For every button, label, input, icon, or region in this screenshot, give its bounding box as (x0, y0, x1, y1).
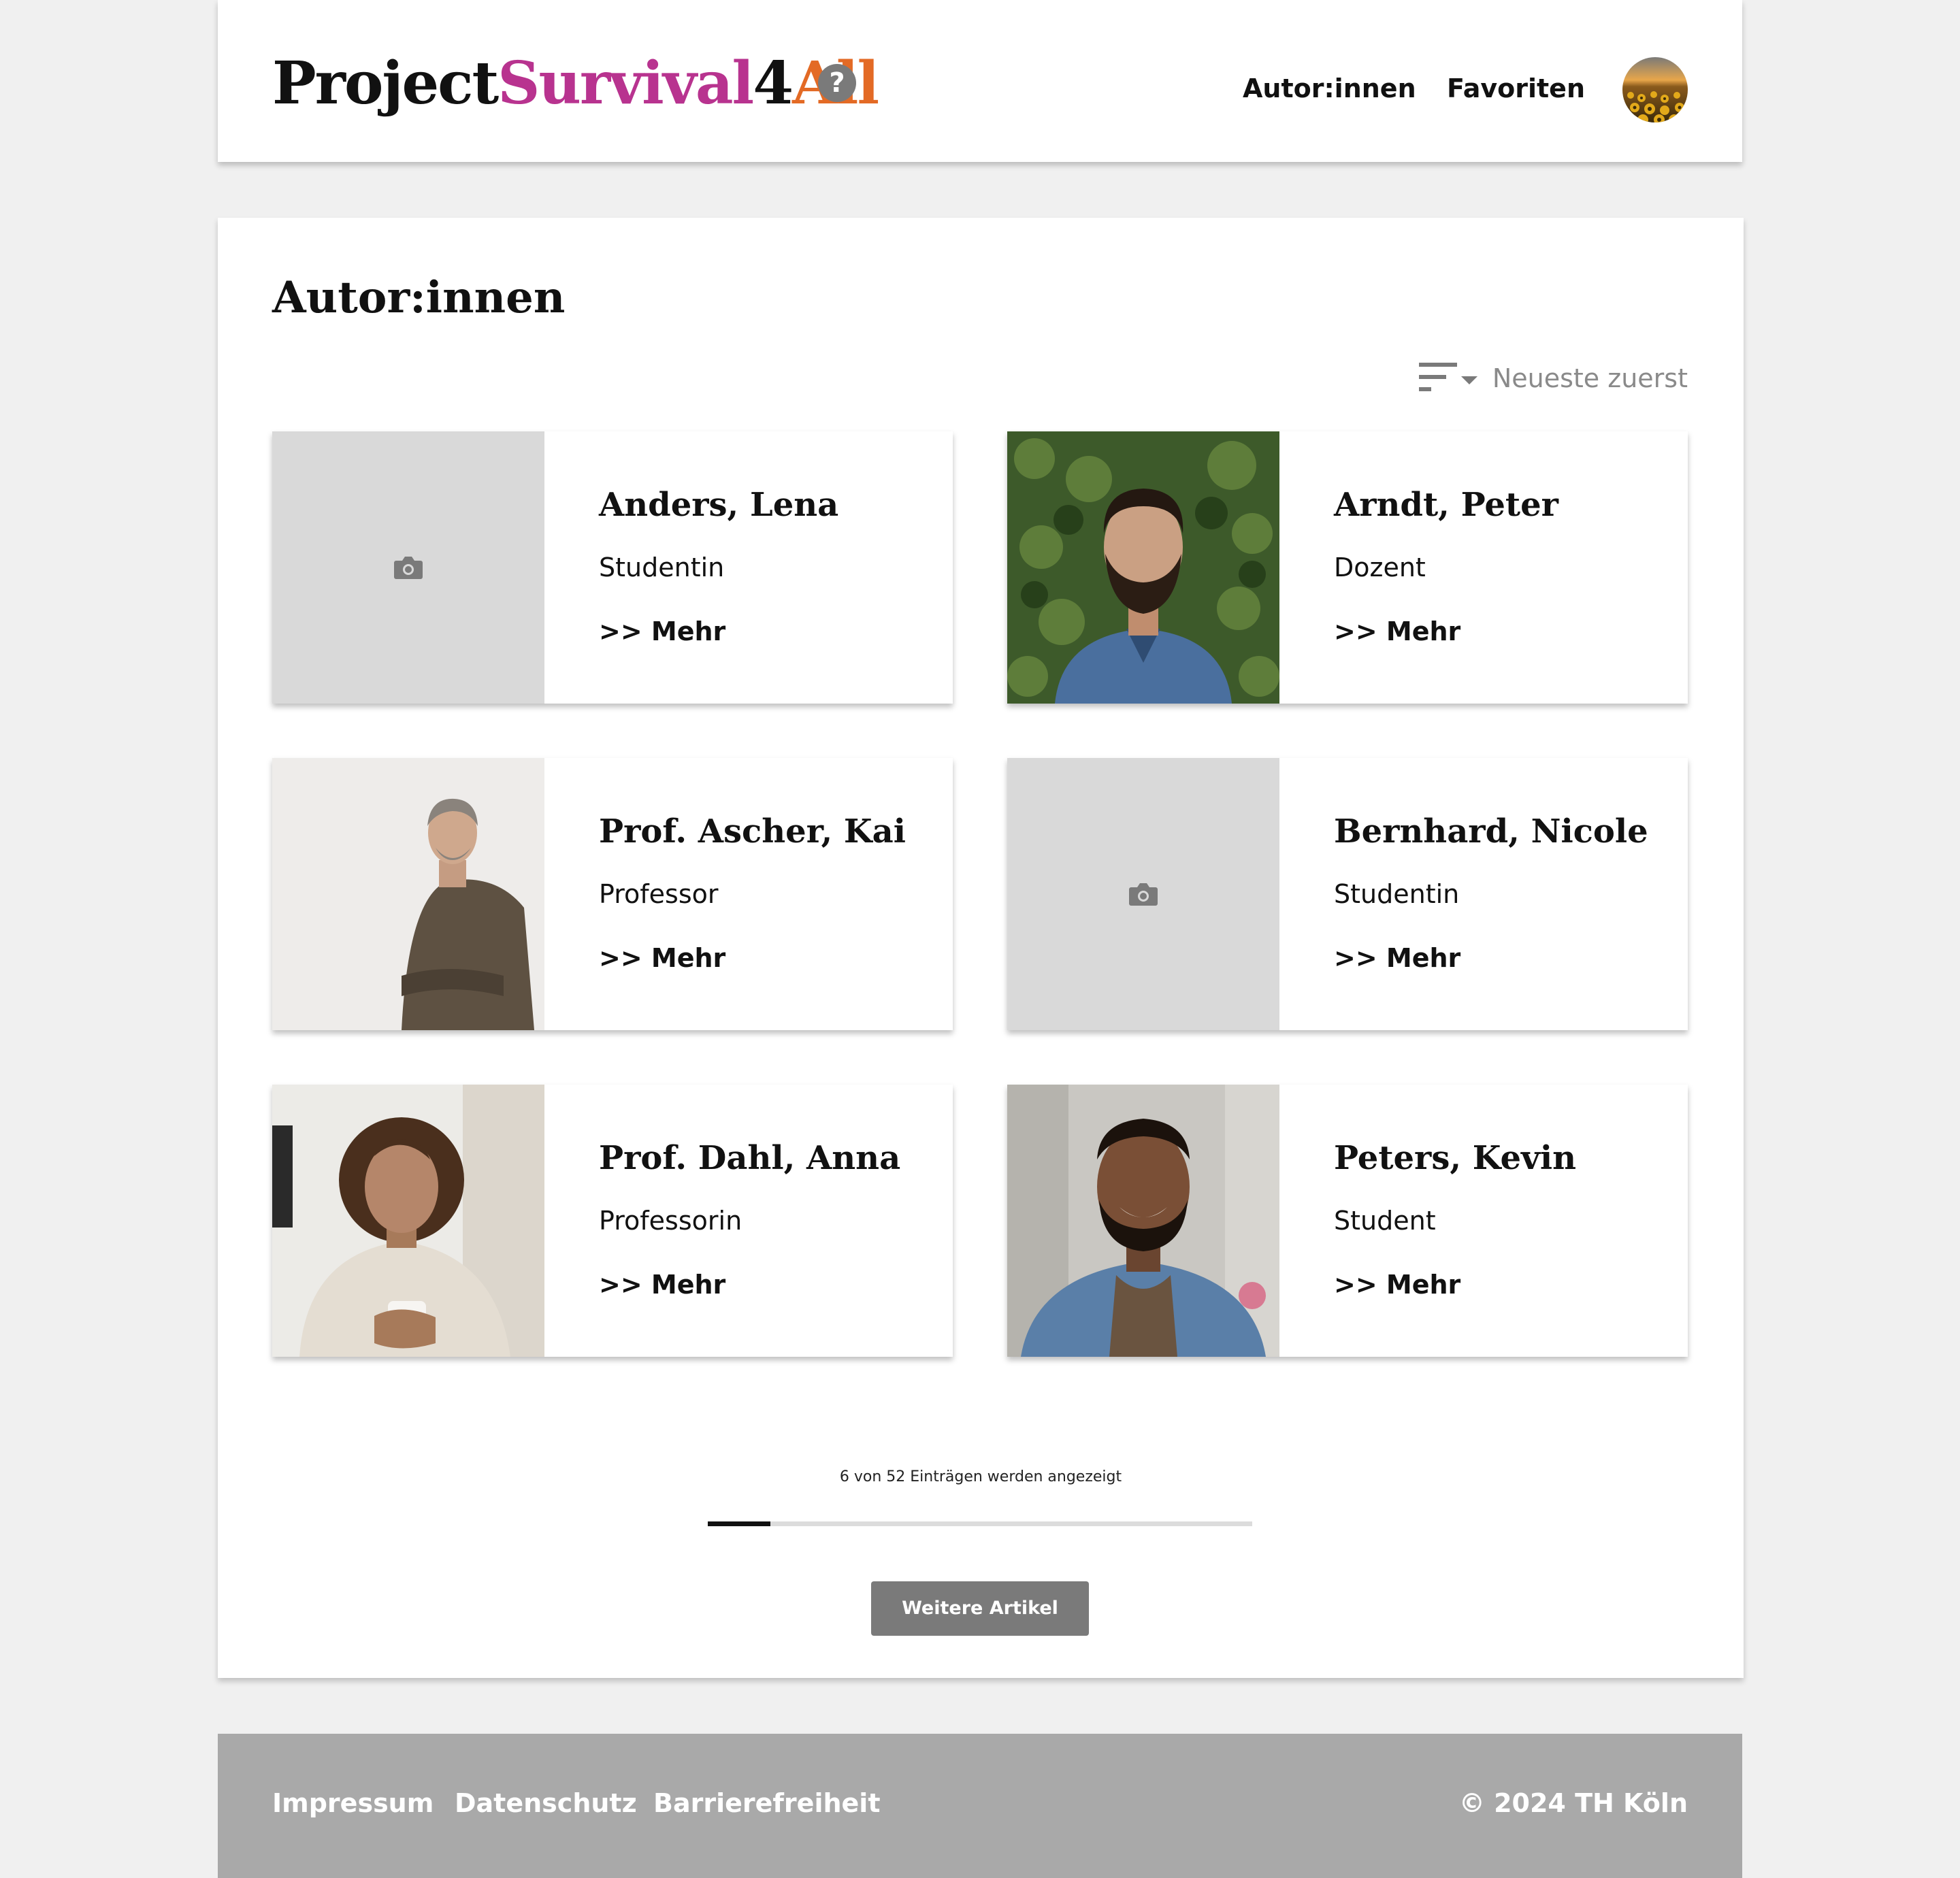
author-role: Dozent (1334, 553, 1426, 582)
author-photo (1007, 431, 1279, 704)
author-name: Peters, Kevin (1334, 1139, 1577, 1177)
site-header: ProjectSurvival4All ? Autor:innen Favori… (218, 0, 1742, 162)
author-card[interactable]: Prof. Ascher, Kai Professor >> Mehr (272, 758, 953, 1030)
logo-part-survival: Survival (497, 49, 754, 118)
footer-link-datenschutz[interactable]: Datenschutz (455, 1788, 637, 1818)
nav-autorinnen[interactable]: Autor:innen (1243, 73, 1416, 103)
portrait-image (1007, 1085, 1279, 1357)
author-name: Prof. Ascher, Kai (599, 812, 906, 851)
author-role: Student (1334, 1206, 1436, 1236)
author-photo-placeholder (1007, 758, 1279, 1030)
avatar-image (1622, 57, 1688, 122)
author-card[interactable]: Peters, Kevin Student >> Mehr (1007, 1085, 1688, 1357)
user-avatar[interactable] (1622, 57, 1688, 122)
sort-label: Neueste zuerst (1492, 363, 1688, 393)
camera-icon (1129, 883, 1158, 906)
site-logo[interactable]: ProjectSurvival4All (272, 49, 879, 118)
footer-link-impressum[interactable]: Impressum (272, 1788, 434, 1818)
author-role: Studentin (599, 553, 725, 582)
camera-icon (394, 557, 423, 579)
author-name: Arndt, Peter (1334, 486, 1558, 524)
author-card[interactable]: Arndt, Peter Dozent >> Mehr (1007, 431, 1688, 704)
more-link[interactable]: >> Mehr (599, 616, 725, 646)
author-photo (272, 1085, 544, 1357)
site-footer: Impressum Datenschutz Barrierefreiheit ©… (218, 1734, 1742, 1878)
author-photo (272, 758, 544, 1030)
footer-link-barrierefreiheit[interactable]: Barrierefreiheit (653, 1788, 880, 1818)
logo-part-project: Project (272, 49, 499, 118)
author-role: Professor (599, 879, 719, 909)
author-name: Prof. Dahl, Anna (599, 1139, 901, 1177)
page-title: Autor:innen (272, 272, 566, 323)
nav-favoriten[interactable]: Favoriten (1447, 73, 1585, 103)
author-role: Studentin (1334, 879, 1460, 909)
author-card[interactable]: Prof. Dahl, Anna Professorin >> Mehr (272, 1085, 953, 1357)
load-more-button[interactable]: Weitere Artikel laden (871, 1581, 1089, 1673)
logo-part-4: 4 (753, 49, 794, 118)
portrait-image (272, 758, 544, 1030)
result-count: 6 von 52 Einträgen werden angezeigt (839, 1468, 1122, 1485)
more-link[interactable]: >> Mehr (599, 1270, 725, 1300)
author-photo-placeholder (272, 431, 544, 704)
author-name: Anders, Lena (599, 486, 839, 524)
more-link[interactable]: >> Mehr (1334, 1270, 1460, 1300)
authors-panel: Autor:innen Neueste zuerst Anders, Lena … (218, 218, 1744, 1678)
result-progress-fill (708, 1521, 770, 1526)
copyright: © 2024 TH Köln (1458, 1788, 1688, 1818)
sort-icon (1418, 363, 1477, 391)
help-icon[interactable]: ? (818, 64, 856, 102)
more-link[interactable]: >> Mehr (1334, 616, 1460, 646)
author-role: Professorin (599, 1206, 742, 1236)
more-link[interactable]: >> Mehr (1334, 943, 1460, 973)
author-name: Bernhard, Nicole (1334, 812, 1648, 851)
result-progress-bar (708, 1521, 1252, 1526)
more-link[interactable]: >> Mehr (599, 943, 725, 973)
author-photo (1007, 1085, 1279, 1357)
portrait-image (272, 1085, 544, 1357)
author-card[interactable]: Anders, Lena Studentin >> Mehr (272, 431, 953, 704)
author-card[interactable]: Bernhard, Nicole Studentin >> Mehr (1007, 758, 1688, 1030)
portrait-image (1007, 431, 1279, 704)
sort-dropdown[interactable]: Neueste zuerst (1418, 358, 1688, 399)
